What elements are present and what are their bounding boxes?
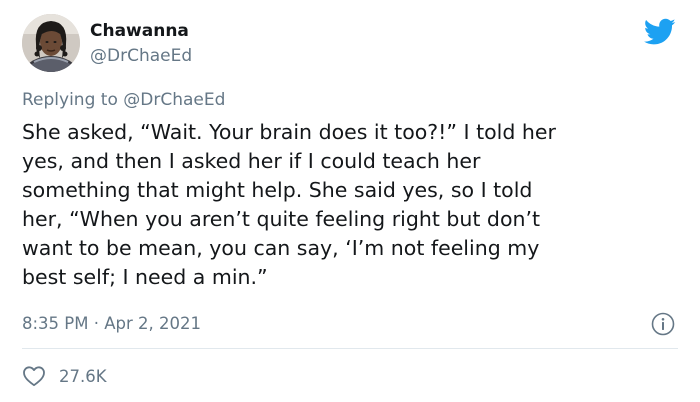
avatar-image [22,14,80,72]
author-display-name[interactable]: Chawanna [90,20,189,42]
tweet-text-line: something that might help. She said yes,… [22,178,533,202]
tweet-text: She asked, “Wait. Your brain does it too… [22,118,687,292]
heart-icon[interactable] [22,365,46,387]
tweet-text-line: She asked, “Wait. Your brain does it too… [22,120,556,144]
tweet-timestamp[interactable]: 8:35 PM · Apr 2, 2021 [22,313,201,335]
replying-to-mention[interactable]: @DrChaeEd [123,90,225,110]
tweet-card: Chawanna @DrChaeEd Replying to @DrChaeEd… [0,0,700,402]
divider [22,348,678,349]
tweet-text-line: want to be mean, you can say, ‘I’m not f… [22,236,540,260]
tweet-text-line: her, “When you aren’t quite feeling righ… [22,207,541,231]
twitter-bird-icon[interactable] [644,18,676,46]
tweet-text-line: yes, and then I asked her if I could tea… [22,149,481,173]
avatar[interactable] [22,14,80,72]
replying-to-label: Replying to [22,90,124,110]
tweet-text-line: best self; I need a min.” [22,265,268,289]
author-handle[interactable]: @DrChaeEd [90,45,192,67]
replying-to: Replying to @DrChaeEd [22,89,225,111]
like-count[interactable]: 27.6K [59,366,107,388]
info-icon[interactable] [651,312,675,336]
